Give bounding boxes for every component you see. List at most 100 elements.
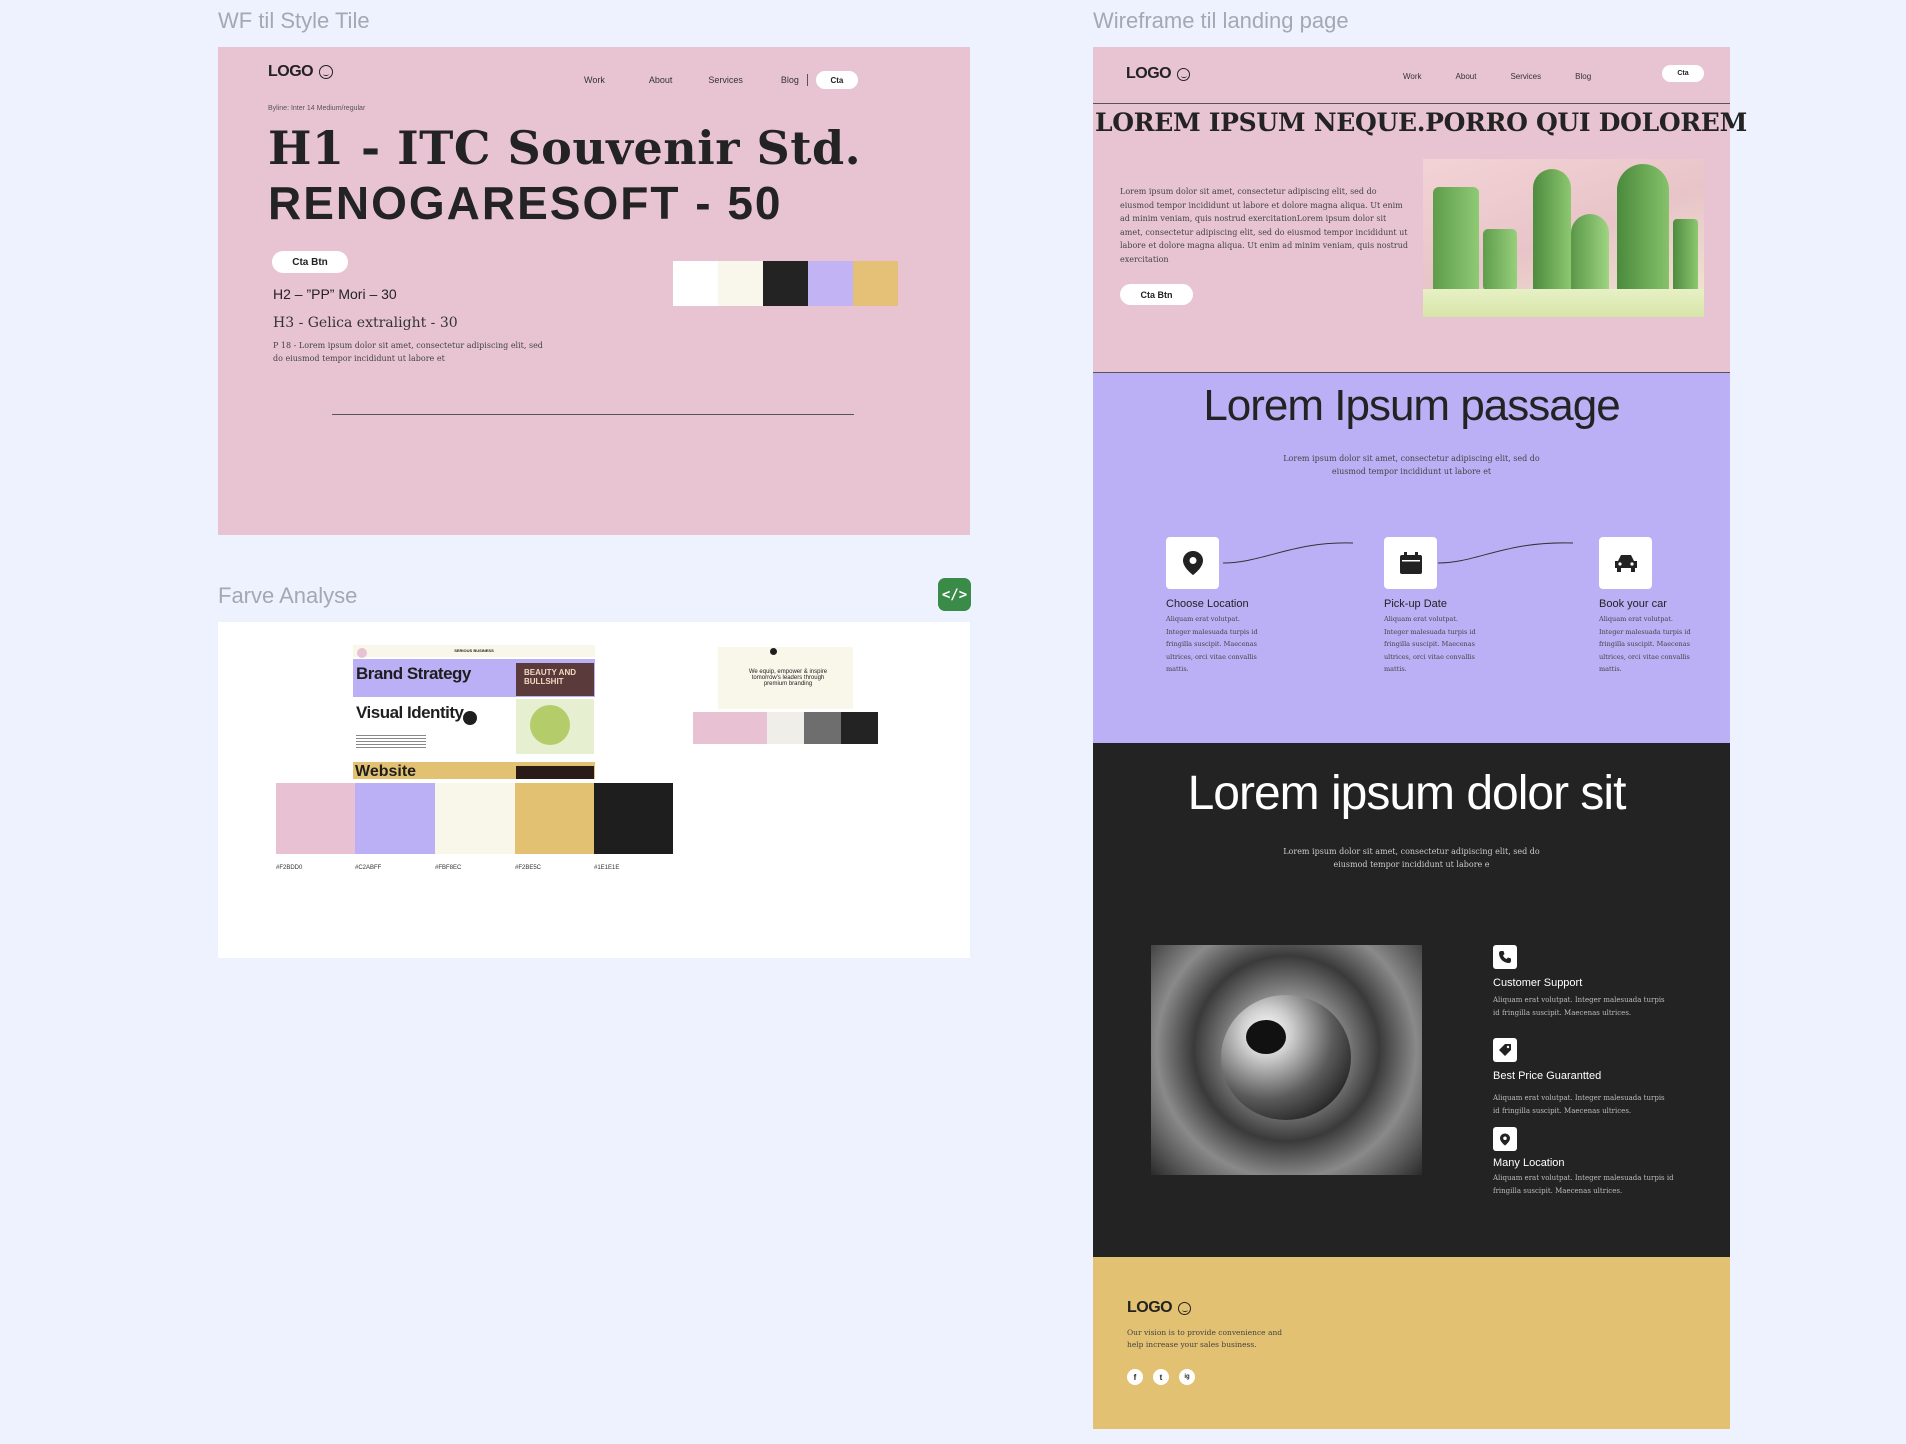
swatch-hex: #C2ABFF <box>355 865 382 871</box>
code-icon[interactable]: </> <box>938 578 971 611</box>
mock-dark-image <box>516 766 594 779</box>
moodboard-mock: SERIOUS BUSINESS Brand Strategy BEAUTY A… <box>353 645 595 779</box>
second-mock: We equip, empower & inspire tomorrow's l… <box>718 647 853 709</box>
feature-title: Customer Support <box>1493 977 1583 989</box>
mini-palette <box>693 712 878 744</box>
feature-text-line-1: Aliquam erat volutpat. Integer malesuada… <box>1493 1094 1665 1102</box>
footer-section: LOGO Our vision is to provide convenienc… <box>1093 1257 1730 1429</box>
chrome-sphere <box>1221 995 1351 1120</box>
nav-work[interactable]: Work <box>1403 72 1422 81</box>
mock-green-blob <box>530 705 570 745</box>
nav-services[interactable]: Services <box>1510 72 1541 81</box>
mock-poster: BEAUTY AND BULLSHIT <box>516 663 594 696</box>
instagram-icon[interactable]: ig <box>1179 1369 1195 1385</box>
nav-services[interactable]: Services <box>708 75 743 85</box>
cta-button[interactable]: Cta Btn <box>272 251 348 273</box>
twitter-icon[interactable]: t <box>1153 1369 1169 1385</box>
cactus-block <box>1483 229 1517 291</box>
palette-swatch-black[interactable]: #1E1E1E <box>594 783 673 871</box>
palette-swatch-pink[interactable]: #F2BDD0 <box>276 783 355 871</box>
logo-text: LOGO <box>1127 1299 1173 1316</box>
feature-title: Best Price Guarantted <box>1493 1070 1602 1082</box>
mock-dot <box>357 648 367 658</box>
nav-cta-button[interactable]: Cta <box>815 71 858 89</box>
landing-nav-cta[interactable]: Cta <box>1662 65 1704 82</box>
swatch-hex: #F2BE5C <box>515 865 542 871</box>
landing-logo[interactable]: LOGO <box>1126 65 1191 83</box>
nav-about[interactable]: About <box>1456 72 1477 81</box>
divider-line <box>332 414 854 415</box>
mock-brand-strategy: Brand Strategy <box>356 664 471 683</box>
step-title: Book your car <box>1599 598 1667 610</box>
logo-text: LOGO <box>1126 65 1172 82</box>
step-text: Aliquam erat volutpat. Integer malesuada… <box>1166 615 1258 673</box>
feature-text: Aliquam erat volutpat. Integer malesuada… <box>1493 994 1713 1020</box>
car-icon <box>1599 537 1652 589</box>
social-links: f t ig <box>1127 1369 1195 1385</box>
dark-section: Lorem ipsum dolor sit Lorem ipsum dolor … <box>1093 743 1730 1257</box>
palette-swatch-gold[interactable]: #F2BE5C <box>515 783 594 871</box>
swatch-fill <box>276 783 355 854</box>
color-analysis-frame[interactable]: SERIOUS BUSINESS Brand Strategy BEAUTY A… <box>218 622 970 958</box>
nav-blog[interactable]: Blog <box>781 75 799 85</box>
cactus-big <box>1617 164 1669 304</box>
second-mock-text: We equip, empower & inspire tomorrow's l… <box>748 669 828 687</box>
hero-cta-button[interactable]: Cta Btn <box>1120 284 1193 305</box>
style-tile-nav: Work About Services Blog Cta <box>584 71 858 89</box>
dark-text: Lorem ipsum dolor sit amet, consectetur … <box>1093 845 1730 871</box>
step-text: Aliquam erat volutpat. Integer malesuada… <box>1384 615 1476 673</box>
calendar-icon <box>1384 537 1437 589</box>
passage-text: Lorem ipsum dolor sit amet, consectetur … <box>1093 452 1730 478</box>
step-title: Pick-up Date <box>1384 598 1447 610</box>
footer-text-line-2: help increase your sales business. <box>1127 1340 1257 1349</box>
footer-text: Our vision is to provide convenience and… <box>1127 1327 1282 1351</box>
feature-text: Aliquam erat volutpat. Integer malesuada… <box>1493 1172 1713 1198</box>
mini-swatch <box>841 712 878 744</box>
step-pickup-date: Pick-up Date Aliquam erat volutpat. Inte… <box>1384 537 1494 676</box>
mock-green-image <box>516 699 594 754</box>
landing-frame-label[interactable]: Wireframe til landing page <box>1093 8 1349 34</box>
swatch-hex: #F2BDD0 <box>276 865 303 871</box>
feature-text-line-1: Aliquam erat volutpat. Integer malesuada… <box>1493 1174 1674 1182</box>
paragraph-line-1: P 18 - Lorem ipsum dolor sit amet, conse… <box>273 341 543 350</box>
style-tile-frame[interactable]: LOGO Work About Services Blog Cta Byline… <box>218 47 970 535</box>
nav-blog[interactable]: Blog <box>1575 72 1591 81</box>
chrome-hole <box>1246 1020 1286 1054</box>
h1-sample-2: RENOGARESOFT - 50 <box>268 177 783 229</box>
nav-work[interactable]: Work <box>584 75 605 85</box>
byline: Byline: Inter 14 Medium/regular <box>268 105 366 112</box>
hero-cactus-image <box>1423 159 1704 317</box>
footer-text-line-1: Our vision is to provide convenience and <box>1127 1328 1283 1337</box>
dark-title: Lorem ipsum dolor sit <box>1187 767 1627 820</box>
step-text: Aliquam erat volutpat. Integer malesuada… <box>1599 615 1691 673</box>
feature-customer-support: Customer Support Aliquam erat volutpat. … <box>1493 945 1713 1020</box>
style-tile-logo[interactable]: LOGO <box>268 63 334 81</box>
step-title: Choose Location <box>1166 598 1249 610</box>
feature-text-line-1: Aliquam erat volutpat. Integer malesuada… <box>1493 996 1665 1004</box>
cactus-floor <box>1423 289 1704 317</box>
landing-frame[interactable]: LOGO Work About Services Blog Cta LOREM … <box>1093 47 1747 1429</box>
tag-icon <box>1493 1038 1517 1062</box>
cactus-tall <box>1533 169 1571 299</box>
palette-swatch-cream[interactable]: #FBF8EC <box>435 783 515 871</box>
swatch-hex: #FBF8EC <box>435 865 462 871</box>
facebook-icon[interactable]: f <box>1127 1369 1143 1385</box>
mock-cursor-dot <box>463 711 477 725</box>
dark-text-line-2: eiusmod tempor incididunt ut labore e <box>1333 860 1490 869</box>
h3-sample: H3 - Gelica extralight - 30 <box>273 315 458 331</box>
style-tile-frame-label[interactable]: WF til Style Tile <box>218 8 370 34</box>
palette-swatch-purple[interactable]: #C2ABFF <box>355 783 435 871</box>
step-book-car: Book your car Aliquam erat volutpat. Int… <box>1599 537 1709 676</box>
cactus-block <box>1433 187 1479 297</box>
paragraph-sample: P 18 - Lorem ipsum dolor sit amet, conse… <box>273 339 543 365</box>
nav-about[interactable]: About <box>649 75 673 85</box>
color-analysis-frame-label[interactable]: Farve Analyse <box>218 583 357 609</box>
footer-logo[interactable]: LOGO <box>1127 1299 1192 1317</box>
swatch-fill <box>515 783 594 854</box>
passage-title: Lorem Ipsum passage <box>1203 381 1620 430</box>
swatch-fill <box>435 783 515 854</box>
passage-text-line-1: Lorem ipsum dolor sit amet, consectetur … <box>1283 454 1540 463</box>
landing-nav: Work About Services Blog <box>1403 72 1591 81</box>
swatch-cream <box>718 261 763 306</box>
logo-text: LOGO <box>268 63 314 80</box>
